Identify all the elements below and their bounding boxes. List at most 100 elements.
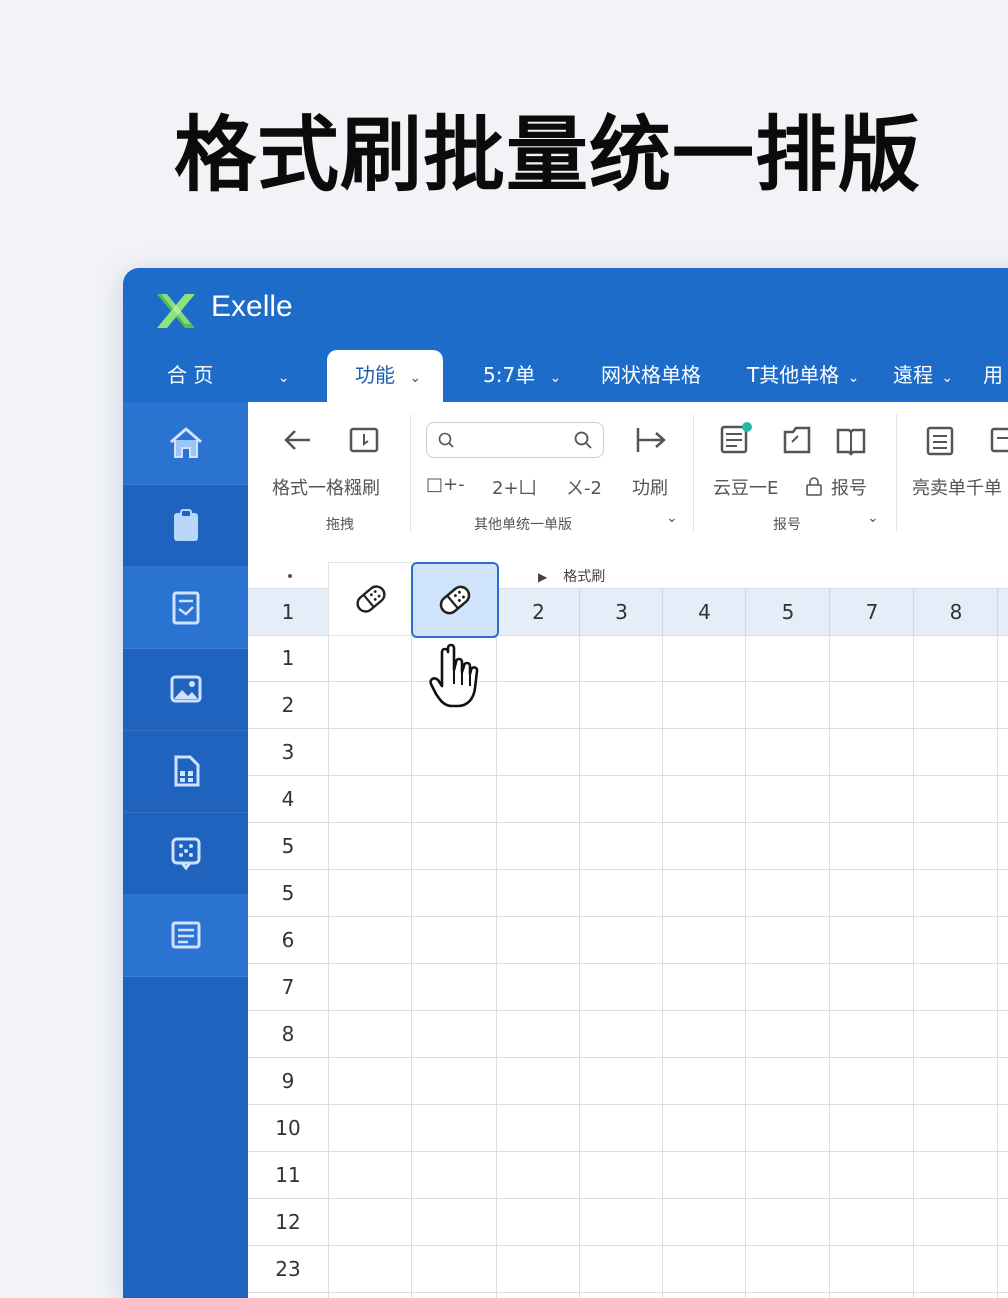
tab-home[interactable]: 合 页 ⌄ [167, 350, 289, 402]
tab-functions[interactable]: 功能 ⌄ [327, 350, 444, 404]
ribbon-text-b[interactable]: 报号 [831, 474, 867, 500]
app-name: Exelle [211, 290, 293, 323]
chevron-down-icon: ⌄ [277, 370, 290, 386]
select-all-dot[interactable] [288, 574, 292, 578]
lock-icon [806, 477, 822, 496]
column-header[interactable]: 3 [579, 589, 663, 635]
ribbon-text-a[interactable]: 云豆一E [713, 474, 778, 500]
tab-remote[interactable]: 遠程 ⌄ [893, 350, 953, 402]
arrow-expand-icon[interactable] [632, 422, 668, 458]
grid-line [248, 1245, 1008, 1246]
row-header[interactable]: 3 [248, 729, 328, 776]
grid-line [248, 1104, 1008, 1105]
home-icon [169, 427, 202, 458]
clipboard-list-icon[interactable] [922, 422, 958, 458]
breadcrumb-text: 格式刷 [563, 569, 606, 585]
sidebar-item-notes[interactable] [123, 894, 248, 977]
row-header[interactable]: 10 [248, 1105, 328, 1152]
row-header[interactable]: 6 [248, 917, 328, 964]
row-header[interactable]: 23 [248, 1246, 328, 1293]
tab-more[interactable]: 用 [983, 350, 1003, 402]
ribbon-text[interactable]: 亮卖单千单 [912, 474, 1002, 500]
row-header[interactable]: 4 [248, 776, 328, 823]
page-headline: 格式刷批量统一排版 [174, 108, 922, 203]
folder-edit-icon[interactable] [779, 422, 815, 458]
grid-line [248, 728, 1008, 729]
tab-mesh-cells-label: 网状格单格 [601, 363, 701, 387]
corner-cell[interactable]: 1 [248, 589, 328, 635]
chevron-down-icon: ⌄ [847, 370, 860, 386]
column-header[interactable]: 2 [496, 589, 580, 635]
calculator-icon [174, 755, 199, 787]
grid-line [248, 775, 1008, 776]
document-list-icon[interactable] [717, 420, 753, 456]
ribbon-group-other: □+- 2+凵 ㄨ-2 功刷 其他单统一单版 ⌄ [248, 402, 693, 540]
book-icon[interactable] [833, 422, 869, 458]
column-header[interactable]: 5 [745, 589, 830, 635]
format-brush-button[interactable] [328, 562, 414, 636]
grid-line [248, 916, 1008, 917]
tab-57[interactable]: 5:7单 ⌄ [483, 350, 561, 402]
grid-line [248, 1198, 1008, 1199]
image-icon [170, 675, 201, 703]
column-header[interactable]: 7 [829, 589, 914, 635]
ribbon-group-report: 云豆一E 报号 报号 ⌄ [693, 402, 893, 540]
ribbon-text-a[interactable]: □+- [426, 474, 465, 495]
row-header[interactable]: 7 [248, 964, 328, 1011]
ribbon-text-c[interactable]: ㄨ-2 [566, 474, 602, 500]
sidebar-item-calculator[interactable] [123, 730, 248, 813]
sidebar-item-document[interactable] [123, 566, 248, 649]
row-header[interactable]: 5 [248, 823, 328, 870]
column-header[interactable]: 4 [662, 589, 746, 635]
sidebar-item-grid-dialog[interactable] [123, 812, 248, 895]
format-brush-button-active[interactable] [411, 562, 499, 638]
sidebar-item-image[interactable] [123, 648, 248, 731]
chevron-down-icon: ⌄ [549, 370, 562, 386]
sidebar-item-home[interactable] [123, 402, 248, 485]
ribbon-text-d[interactable]: 功刷 [632, 474, 668, 500]
sidebar-item-clipboard[interactable] [123, 484, 248, 567]
column-header[interactable] [997, 589, 1008, 635]
format-brush-icon [439, 585, 471, 615]
format-brush-icon [356, 585, 386, 613]
formula-breadcrumb: ▶ 格式刷 [538, 566, 605, 586]
ribbon-tab-bar: 合 页 ⌄ 功能 ⌄ 5:7单 ⌄ 网状格单格 T其他单格 ⌄ 遠程 ⌄ 用 [123, 350, 1008, 404]
hand-cursor-icon [429, 643, 479, 708]
tab-mesh-cells[interactable]: 网状格单格 [601, 350, 701, 402]
tab-more-label: 用 [983, 363, 1003, 387]
search-icon [438, 432, 454, 448]
row-header[interactable]: 9 [248, 1058, 328, 1105]
grid-line [248, 1010, 1008, 1011]
chevron-down-icon: ⌄ [409, 370, 422, 386]
search-input[interactable] [426, 422, 604, 458]
document-edit-icon [172, 591, 199, 625]
row-header[interactable]: 12 [248, 1199, 328, 1246]
panel-icon[interactable] [986, 422, 1008, 458]
app-window: Exelle 合 页 ⌄ 功能 ⌄ 5:7单 ⌄ 网状格单格 T其他单格 ⌄ 遠… [123, 268, 1008, 1298]
grid-line [248, 1292, 1008, 1293]
grid-dialog-icon [171, 837, 200, 871]
grid-line [248, 963, 1008, 964]
chevron-down-icon[interactable]: ⌄ [867, 510, 879, 526]
tab-home-label: 合 页 [167, 363, 214, 387]
chevron-down-icon: ⌄ [941, 370, 954, 386]
play-icon: ▶ [538, 570, 548, 584]
ribbon-text-b[interactable]: 2+凵 [492, 474, 537, 500]
row-header[interactable]: 2 [248, 682, 328, 729]
spreadsheet-grid: ▶ 格式刷 1 2 3 4 5 7 8 1 2 3 4 5 5 6 7 8 9 … [248, 540, 1008, 1298]
tab-57-label: 5:7单 [483, 363, 536, 387]
chevron-down-icon[interactable]: ⌄ [666, 510, 678, 526]
tab-remote-label: 遠程 [893, 363, 933, 387]
grid-line [248, 822, 1008, 823]
ribbon-toolbar: 格式一格糨刷 拖拽 □+- 2+凵 ㄨ-2 功刷 其他单统一单版 ⌄ 云豆一E … [248, 402, 1008, 541]
tab-other-cells[interactable]: T其他单格 ⌄ [747, 350, 859, 402]
row-header[interactable]: 5 [248, 870, 328, 917]
row-header[interactable]: 8 [248, 1011, 328, 1058]
ribbon-group-label: 其他单统一单版 [474, 517, 572, 533]
row-header[interactable]: 11 [248, 1152, 328, 1199]
column-header[interactable]: 8 [913, 589, 998, 635]
grid-line [248, 869, 1008, 870]
clipboard-icon [173, 509, 198, 541]
row-header[interactable]: 1 [248, 635, 328, 682]
ribbon-group-misc: 亮卖单千单 [896, 402, 1008, 540]
